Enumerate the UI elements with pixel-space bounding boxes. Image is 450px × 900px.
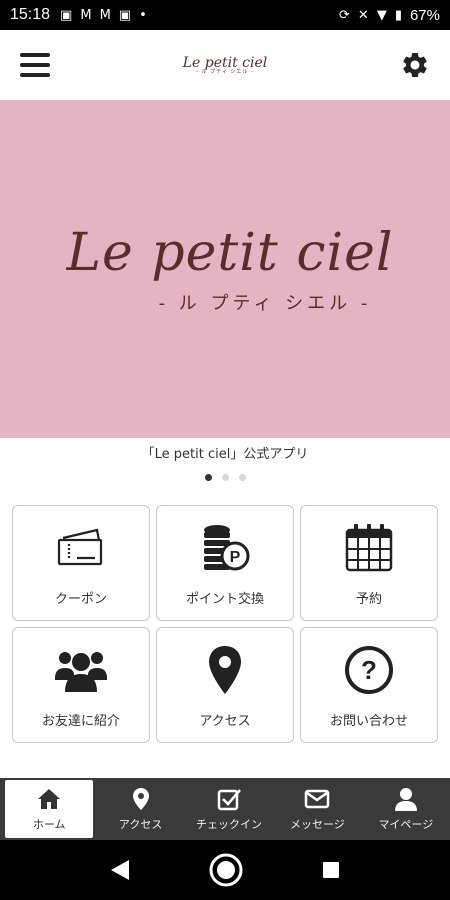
tab-label: メッセージ (290, 818, 345, 831)
hero-title: Le petit ciel (66, 223, 394, 283)
image-icon: ▣ (60, 7, 73, 23)
hero-banner[interactable]: Le petit ciel - ル プティ シエル - (0, 100, 450, 438)
status-bar: 15:18 ▣ M M ▣ • ⟳ ✕ ▼ ▮ 67% (0, 0, 450, 30)
checkbox-icon (217, 789, 241, 811)
menu-icon[interactable] (20, 53, 50, 77)
gear-icon[interactable] (400, 50, 430, 80)
tab-message[interactable]: メッセージ (273, 778, 361, 840)
tab-access[interactable]: アクセス (96, 778, 184, 840)
coupon-button[interactable]: クーポン (12, 505, 150, 621)
back-icon[interactable] (109, 858, 131, 882)
gmail-icon: M (80, 7, 92, 23)
rotate-icon: ⟳ (339, 7, 350, 23)
calendar-icon (345, 523, 393, 571)
carousel-dot[interactable] (238, 474, 246, 481)
header-logo: Le petit ciel - ル プティ シエル - (183, 56, 268, 75)
coins-icon: P (204, 524, 250, 570)
ticket-icon (57, 528, 103, 565)
inquiry-button[interactable]: ? お問い合わせ (300, 627, 438, 743)
home-circle-icon[interactable] (208, 852, 244, 888)
tab-mypage[interactable]: マイページ (362, 778, 450, 840)
tile-label: お友達に紹介 (41, 713, 120, 729)
gmail-icon: M (99, 7, 111, 23)
app-header: Le petit ciel - ル プティ シエル - (0, 30, 450, 100)
menu-grid: クーポン P ポイント交換 予約 お友達に紹介 アクセス ? お問い合わせ (12, 505, 438, 743)
point-exchange-button[interactable]: P ポイント交換 (156, 505, 294, 621)
logo-main: Le petit ciel (182, 54, 268, 71)
tab-label: ホーム (32, 818, 66, 831)
banner-caption: 「Le petit ciel」公式アプリ (141, 447, 309, 462)
clock: 15:18 (10, 6, 51, 23)
tile-label: ポイント交換 (185, 591, 264, 607)
mail-icon (305, 789, 330, 809)
tab-label: チェックイン (196, 818, 263, 831)
home-icon (38, 789, 61, 809)
refer-friend-button[interactable]: お友達に紹介 (12, 627, 150, 743)
tab-home[interactable]: ホーム (5, 780, 94, 838)
wifi-icon: ▼ (376, 7, 387, 23)
tile-label: アクセス (199, 713, 251, 729)
more-dot-icon: • (139, 7, 147, 23)
carousel-dot[interactable] (204, 474, 212, 481)
tile-label: クーポン (54, 591, 107, 607)
bottom-tab-bar: ホーム アクセス チェックイン メッセージ マイページ (0, 778, 450, 840)
battery-icon: ▮ (394, 7, 402, 23)
tile-label: 予約 (355, 591, 382, 607)
reservation-button[interactable]: 予約 (300, 505, 438, 621)
battery-level: 67% (409, 6, 440, 24)
svg-text:P: P (230, 549, 241, 566)
tile-label: お問い合わせ (329, 713, 408, 729)
system-navigation-bar (0, 840, 450, 900)
svg-text:?: ? (361, 655, 377, 685)
tab-label: アクセス (118, 818, 163, 831)
user-icon (394, 788, 417, 811)
question-icon: ? (345, 645, 393, 694)
photo-icon: ▣ (118, 7, 132, 23)
hero-subtitle: - ル プティ シエル - (158, 293, 372, 314)
mute-icon: ✕ (357, 7, 369, 23)
carousel-indicator (0, 474, 450, 481)
tab-checkin[interactable]: チェックイン (185, 778, 273, 840)
map-pin-icon (132, 788, 149, 810)
access-button[interactable]: アクセス (156, 627, 294, 743)
friends-icon (55, 651, 107, 692)
carousel-dot[interactable] (221, 474, 229, 481)
tab-label: マイページ (378, 818, 434, 831)
map-pin-icon (209, 645, 241, 694)
recents-icon[interactable] (321, 860, 341, 880)
